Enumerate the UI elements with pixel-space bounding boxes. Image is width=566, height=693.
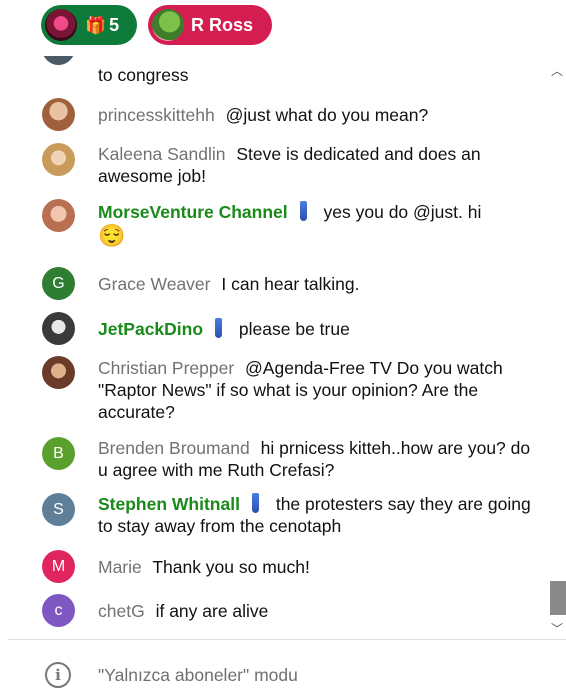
author-avatar: M xyxy=(42,550,75,583)
message-text: please be true xyxy=(238,319,350,339)
author-name[interactable]: Grace Weaver xyxy=(98,274,211,294)
author-name[interactable]: chetG xyxy=(98,601,145,621)
member-badge-icon xyxy=(299,201,307,221)
message-body: MorseVenture Channel yes you do @just. h… xyxy=(98,200,538,249)
message-body: Grace Weaver I can hear talking. xyxy=(98,273,538,295)
author-name[interactable]: princesskittehh xyxy=(98,105,215,125)
author-name[interactable]: Kaleena Sandlin xyxy=(98,144,225,164)
subscribers-only-mode-text: "Yalnızca aboneler" modu xyxy=(98,665,298,685)
member-badge-icon xyxy=(215,318,223,338)
gift-avatar xyxy=(45,9,77,41)
author-avatar xyxy=(42,356,75,389)
message-body: princesskittehh @just what do you mean? xyxy=(98,104,538,126)
message-body: Marie Thank you so much! xyxy=(98,556,538,578)
message-body: Brenden Broumand hi prnicess kitteh..how… xyxy=(98,437,538,481)
info-icon[interactable]: i xyxy=(45,662,71,688)
chevron-up-icon[interactable]: ︿ xyxy=(550,62,564,78)
author-name[interactable]: MorseVenture Channel xyxy=(98,202,288,222)
user-pill-avatar xyxy=(152,9,184,41)
message-text: yes you do @just. hi xyxy=(323,202,482,222)
gift-icon: 🎁 xyxy=(85,15,107,35)
message-body: chetG if any are alive xyxy=(98,600,538,622)
author-name[interactable]: Marie xyxy=(98,557,142,577)
author-avatar: S xyxy=(42,493,75,526)
scrollbar-thumb[interactable] xyxy=(550,581,566,615)
chat-mode-footer: i "Yalnızca aboneler" modu xyxy=(0,640,566,693)
chat-list: to congress princesskittehh @just what d… xyxy=(0,56,548,639)
user-pill[interactable]: R Ross xyxy=(148,5,272,45)
author-avatar xyxy=(42,199,75,232)
chevron-down-icon[interactable]: ﹀ xyxy=(550,620,564,636)
user-pill-name: R Ross xyxy=(191,14,254,35)
message-body: Kaleena Sandlin Steve is dedicated and d… xyxy=(98,143,538,187)
message-body: to congress xyxy=(98,64,538,86)
author-name[interactable]: Brenden Broumand xyxy=(98,438,250,458)
author-name[interactable]: Stephen Whitnall xyxy=(98,494,240,514)
author-avatar xyxy=(42,98,75,131)
author-avatar: B xyxy=(42,437,75,470)
author-avatar: G xyxy=(42,267,75,300)
author-name[interactable]: Christian Prepper xyxy=(98,358,234,378)
message-body: JetPackDino please be true xyxy=(98,318,538,340)
member-badge-icon xyxy=(251,493,259,513)
author-avatar xyxy=(42,143,75,176)
relieved-face-emoji: 😌 xyxy=(98,223,126,248)
gift-pill[interactable]: 🎁 5 xyxy=(41,5,137,45)
author-name[interactable]: JetPackDino xyxy=(98,319,203,339)
chat-scrollbar[interactable]: ︿ ﹀ xyxy=(548,56,566,639)
gift-count: 5 xyxy=(109,14,120,35)
author-avatar xyxy=(42,56,75,65)
message-text: @just what do you mean? xyxy=(225,105,429,125)
message-text: I can hear talking. xyxy=(221,274,360,294)
message-body: Christian Prepper @Agenda-Free TV Do you… xyxy=(98,357,538,423)
message-text: Thank you so much! xyxy=(152,557,310,577)
message-text: to congress xyxy=(98,65,189,85)
author-avatar: c xyxy=(42,594,75,627)
message-body: Stephen Whitnall the protesters say they… xyxy=(98,493,538,537)
author-avatar xyxy=(42,312,75,345)
top-bar: 🎁 5 R Ross xyxy=(0,0,566,56)
message-text: if any are alive xyxy=(155,601,269,621)
